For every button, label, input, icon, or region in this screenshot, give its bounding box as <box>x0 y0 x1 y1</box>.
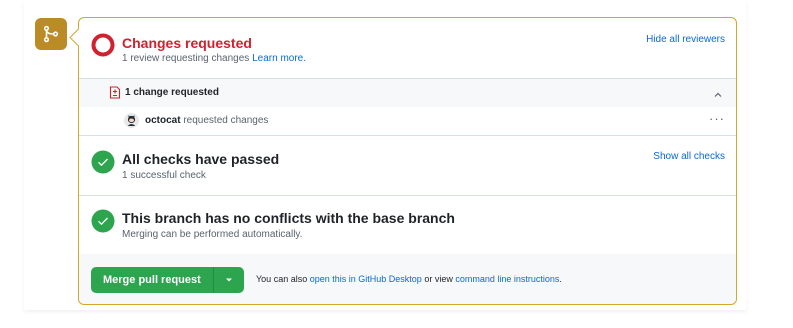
conflicts-section: This branch has no conflicts with the ba… <box>79 195 736 255</box>
file-diff-icon <box>109 86 121 104</box>
merge-alternatives-hint: You can also open this in GitHub Desktop… <box>256 274 562 284</box>
reviews-count-text: 1 review requesting changes <box>122 53 250 64</box>
conflicts-subtitle: Merging can be performed automatically. <box>122 229 303 240</box>
changes-requested-header[interactable]: 1 change requested <box>79 78 736 109</box>
reviewer-status: octocat requested changes <box>145 115 268 126</box>
merge-options-dropdown[interactable] <box>213 267 244 293</box>
reviewer-name[interactable]: octocat <box>145 115 181 126</box>
hint-middle: or view <box>424 274 453 284</box>
reviewer-action: requested changes <box>183 115 269 126</box>
merge-pull-request-button[interactable]: Merge pull request <box>91 267 214 293</box>
checks-section: All checks have passed 1 successful chec… <box>79 136 736 196</box>
hide-all-reviewers-link[interactable]: Hide all reviewers <box>646 34 725 45</box>
command-line-instructions-link[interactable]: command line instructions <box>455 274 559 284</box>
changes-requested-count: 1 change requested <box>125 87 219 98</box>
conflicts-title: This branch has no conflicts with the ba… <box>122 210 455 226</box>
reviews-subtitle: 1 review requesting changes Learn more. <box>122 53 306 64</box>
checks-subtitle: 1 successful check <box>122 170 206 181</box>
changes-requested-icon <box>91 33 115 57</box>
check-circle-icon <box>91 150 115 174</box>
reviewer-row: octocat requested changes ··· <box>79 107 736 136</box>
check-circle-icon <box>91 209 115 233</box>
show-all-checks-link[interactable]: Show all checks <box>653 151 725 162</box>
hint-suffix: . <box>559 274 562 284</box>
checks-title: All checks have passed <box>122 151 280 167</box>
triangle-down-icon <box>225 278 232 282</box>
more-options-icon[interactable]: ··· <box>709 111 725 126</box>
chevron-up-icon[interactable] <box>713 87 723 105</box>
changes-requested-title: Changes requested <box>122 35 252 51</box>
avatar[interactable] <box>124 113 139 128</box>
merge-button-group: Merge pull request <box>91 267 244 293</box>
learn-more-link[interactable]: Learn more. <box>252 53 306 64</box>
reviews-section: Changes requested 1 review requesting ch… <box>79 18 736 78</box>
hint-prefix: You can also <box>256 274 308 284</box>
merge-section: Merge pull request You can also open thi… <box>79 254 736 304</box>
git-merge-icon <box>35 18 67 50</box>
merge-status-box: Changes requested 1 review requesting ch… <box>78 17 737 305</box>
open-in-desktop-link[interactable]: open this in GitHub Desktop <box>310 274 422 284</box>
